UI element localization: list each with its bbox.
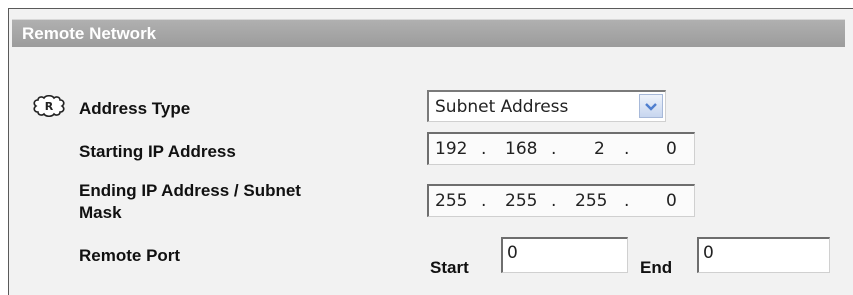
port-start-label: Start xyxy=(430,258,469,277)
starting-ip-field[interactable]: 192 . 168 . 2 . 0 xyxy=(427,132,695,165)
port-end-input[interactable]: 0 xyxy=(697,237,830,273)
ip-octet-2[interactable]: 255 xyxy=(505,191,537,211)
port-end-label: End xyxy=(640,258,673,277)
ip-dot: . xyxy=(624,191,630,211)
ip-octet-1[interactable]: 255 xyxy=(435,191,467,211)
ip-octet-4[interactable]: 0 xyxy=(666,191,677,211)
remote-port-label: Remote Port xyxy=(79,246,181,265)
address-type-label: Address Type xyxy=(79,99,191,118)
ending-ip-label-line2: Mask xyxy=(79,203,122,222)
ip-octet-1[interactable]: 192 xyxy=(435,139,467,159)
svg-text:R: R xyxy=(45,100,54,113)
ip-dot: . xyxy=(481,191,487,211)
ip-octet-2[interactable]: 168 xyxy=(505,139,537,159)
chevron-down-icon[interactable] xyxy=(639,94,663,118)
ip-octet-3[interactable]: 255 xyxy=(575,191,607,211)
address-type-value: Subnet Address xyxy=(435,97,569,117)
port-start-input[interactable]: 0 xyxy=(501,237,628,273)
required-marker-icon: R xyxy=(33,95,65,117)
ip-octet-3[interactable]: 2 xyxy=(594,139,605,159)
starting-ip-label: Starting IP Address xyxy=(79,142,236,161)
ip-dot: . xyxy=(481,139,487,159)
ip-octet-4[interactable]: 0 xyxy=(666,139,677,159)
section-header: Remote Network xyxy=(12,19,845,47)
ip-dot: . xyxy=(551,139,557,159)
ip-dot: . xyxy=(551,191,557,211)
address-type-select[interactable]: Subnet Address xyxy=(427,90,666,122)
ending-ip-field[interactable]: 255 . 255 . 255 . 0 xyxy=(427,184,695,217)
ending-ip-label-line1: Ending IP Address / Subnet xyxy=(79,181,301,200)
ip-dot: . xyxy=(624,139,630,159)
